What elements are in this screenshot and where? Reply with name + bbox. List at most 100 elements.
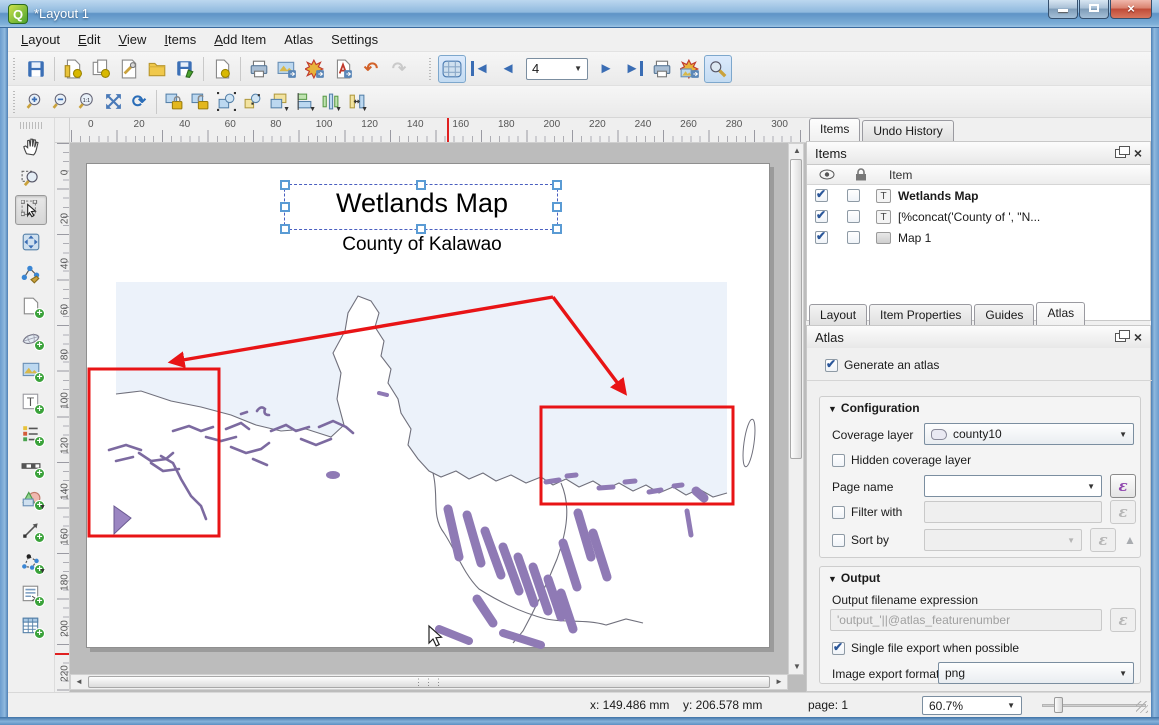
single-file-checkbox[interactable] [832, 642, 845, 655]
zoom-in-button[interactable] [22, 89, 48, 115]
zoom-level-combo[interactable]: 60.7% ▼ [922, 696, 1022, 715]
toolbar-grip[interactable] [20, 122, 42, 129]
table-row[interactable]: Map 1 [807, 227, 1150, 248]
toolbar-grip[interactable] [11, 91, 19, 113]
lock-items-button[interactable] [161, 89, 187, 115]
output-header[interactable]: ▼Output [828, 571, 880, 585]
output-expression-button[interactable]: ε [1110, 608, 1136, 632]
tab-items[interactable]: Items [809, 118, 860, 141]
save-as-template-button[interactable] [171, 55, 199, 83]
add-arrow-tool[interactable]: + [15, 515, 47, 545]
filter-with-checkbox[interactable] [832, 506, 845, 519]
hidden-coverage-checkbox[interactable] [832, 454, 845, 467]
zoom-full-button[interactable] [100, 89, 126, 115]
visibility-checkbox[interactable] [815, 231, 828, 244]
ungroup-items-button[interactable] [239, 89, 265, 115]
raise-items-button[interactable]: ▼ [265, 89, 291, 115]
layout-viewport[interactable]: Wetlands Map County of Kalawao ▲ ▼ ◄ ⋮⋮⋮… [70, 143, 806, 692]
menu-add-item[interactable]: Add Item [205, 29, 275, 50]
resize-handle[interactable] [416, 224, 426, 234]
scroll-left-icon[interactable]: ◄ [71, 675, 87, 689]
toolbar-grip[interactable] [11, 58, 19, 80]
edit-nodes-item-tool[interactable] [15, 259, 47, 289]
unlock-items-button[interactable] [187, 89, 213, 115]
resize-items-button[interactable]: ▼ [343, 89, 369, 115]
coverage-layer-combo[interactable]: county10 ▼ [924, 423, 1134, 445]
undo-button[interactable]: ↶ [357, 55, 385, 83]
resize-handle[interactable] [280, 224, 290, 234]
distribute-items-button[interactable]: ▼ [317, 89, 343, 115]
scroll-right-icon[interactable]: ► [771, 675, 787, 689]
horizontal-scrollbar-thumb[interactable]: ⋮⋮⋮ [88, 676, 770, 688]
maximize-button[interactable] [1079, 0, 1109, 19]
close-button[interactable]: × [1110, 0, 1152, 19]
scroll-up-icon[interactable]: ▲ [789, 144, 805, 158]
tab-guides[interactable]: Guides [974, 304, 1034, 325]
vertical-scrollbar[interactable]: ▲ ▼ [788, 143, 804, 675]
add-3d-map-tool[interactable]: + [15, 323, 47, 353]
add-map-tool[interactable]: + [15, 291, 47, 321]
lock-checkbox[interactable] [847, 231, 860, 244]
group-items-button[interactable] [213, 89, 239, 115]
layout-manager-button[interactable] [115, 55, 143, 83]
image-format-combo[interactable]: png ▼ [938, 662, 1134, 684]
resize-handle[interactable] [552, 224, 562, 234]
export-image-button[interactable] [273, 55, 301, 83]
filter-expression-button[interactable]: ε [1110, 500, 1136, 524]
visibility-checkbox[interactable] [815, 210, 828, 223]
print-atlas-button[interactable] [648, 55, 676, 83]
resize-grip[interactable] [1136, 701, 1148, 713]
zoom-actual-button[interactable]: 1:1 [74, 89, 100, 115]
visibility-checkbox[interactable] [815, 189, 828, 202]
tab-item-properties[interactable]: Item Properties [869, 304, 972, 325]
close-panel-icon[interactable]: × [1134, 330, 1142, 344]
add-html-tool[interactable]: + [15, 579, 47, 609]
tab-undo-history[interactable]: Undo History [862, 120, 953, 141]
zoom-out-button[interactable] [48, 89, 74, 115]
map-title-label[interactable]: Wetlands Map [286, 188, 558, 219]
load-template-button[interactable] [143, 55, 171, 83]
export-atlas-button[interactable] [676, 55, 704, 83]
select-move-item-tool[interactable] [15, 195, 47, 225]
filter-expression-field[interactable] [924, 501, 1102, 523]
pan-layout-tool[interactable] [15, 131, 47, 161]
previous-feature-button[interactable]: ◄ [494, 55, 522, 83]
add-label-tool[interactable]: T + [15, 387, 47, 417]
menu-layout[interactable]: Layout [12, 29, 69, 50]
preview-atlas-button[interactable] [438, 55, 466, 83]
menu-edit[interactable]: Edit [69, 29, 109, 50]
menu-view[interactable]: View [109, 29, 155, 50]
zoom-slider-thumb[interactable] [1054, 697, 1063, 713]
layout-page[interactable]: Wetlands Map County of Kalawao [86, 163, 770, 648]
table-row[interactable]: T Wetlands Map [807, 185, 1150, 206]
last-feature-button[interactable]: ► [620, 55, 648, 83]
export-svg-button[interactable] [301, 55, 329, 83]
move-item-content-tool[interactable] [15, 227, 47, 257]
title-bar[interactable] [0, 0, 1159, 28]
menu-items[interactable]: Items [155, 29, 205, 50]
scroll-down-icon[interactable]: ▼ [789, 660, 805, 674]
configuration-header[interactable]: ▼Configuration [828, 401, 920, 415]
export-pdf-button[interactable] [329, 55, 357, 83]
sort-by-checkbox[interactable] [832, 534, 845, 547]
map-subtitle-label[interactable]: County of Kalawao [257, 234, 587, 256]
add-scalebar-tool[interactable]: + [15, 451, 47, 481]
table-row[interactable]: T [%concat('County of ', "N... [807, 206, 1150, 227]
atlas-settings-button[interactable] [704, 55, 732, 83]
add-items-from-template-button[interactable] [208, 55, 236, 83]
align-items-button[interactable]: ▼ [291, 89, 317, 115]
new-layout-button[interactable] [59, 55, 87, 83]
add-attribute-table-tool[interactable]: + [15, 611, 47, 641]
add-legend-tool[interactable]: + [15, 419, 47, 449]
redo-button[interactable]: ↷ [385, 55, 413, 83]
sort-ascending-icon[interactable]: ▲ [1124, 533, 1136, 547]
atlas-feature-combo[interactable]: 4 ▼ [526, 58, 588, 80]
minimize-button[interactable] [1048, 0, 1078, 19]
save-project-button[interactable] [22, 55, 50, 83]
output-filename-field[interactable]: 'output_'||@atlas_featurenumber [830, 609, 1102, 631]
sort-expression-button[interactable]: ε [1090, 528, 1116, 552]
tab-layout[interactable]: Layout [809, 304, 867, 325]
add-node-item-tool[interactable]: + ▼ [15, 547, 47, 577]
add-picture-tool[interactable]: + [15, 355, 47, 385]
lock-checkbox[interactable] [847, 189, 860, 202]
